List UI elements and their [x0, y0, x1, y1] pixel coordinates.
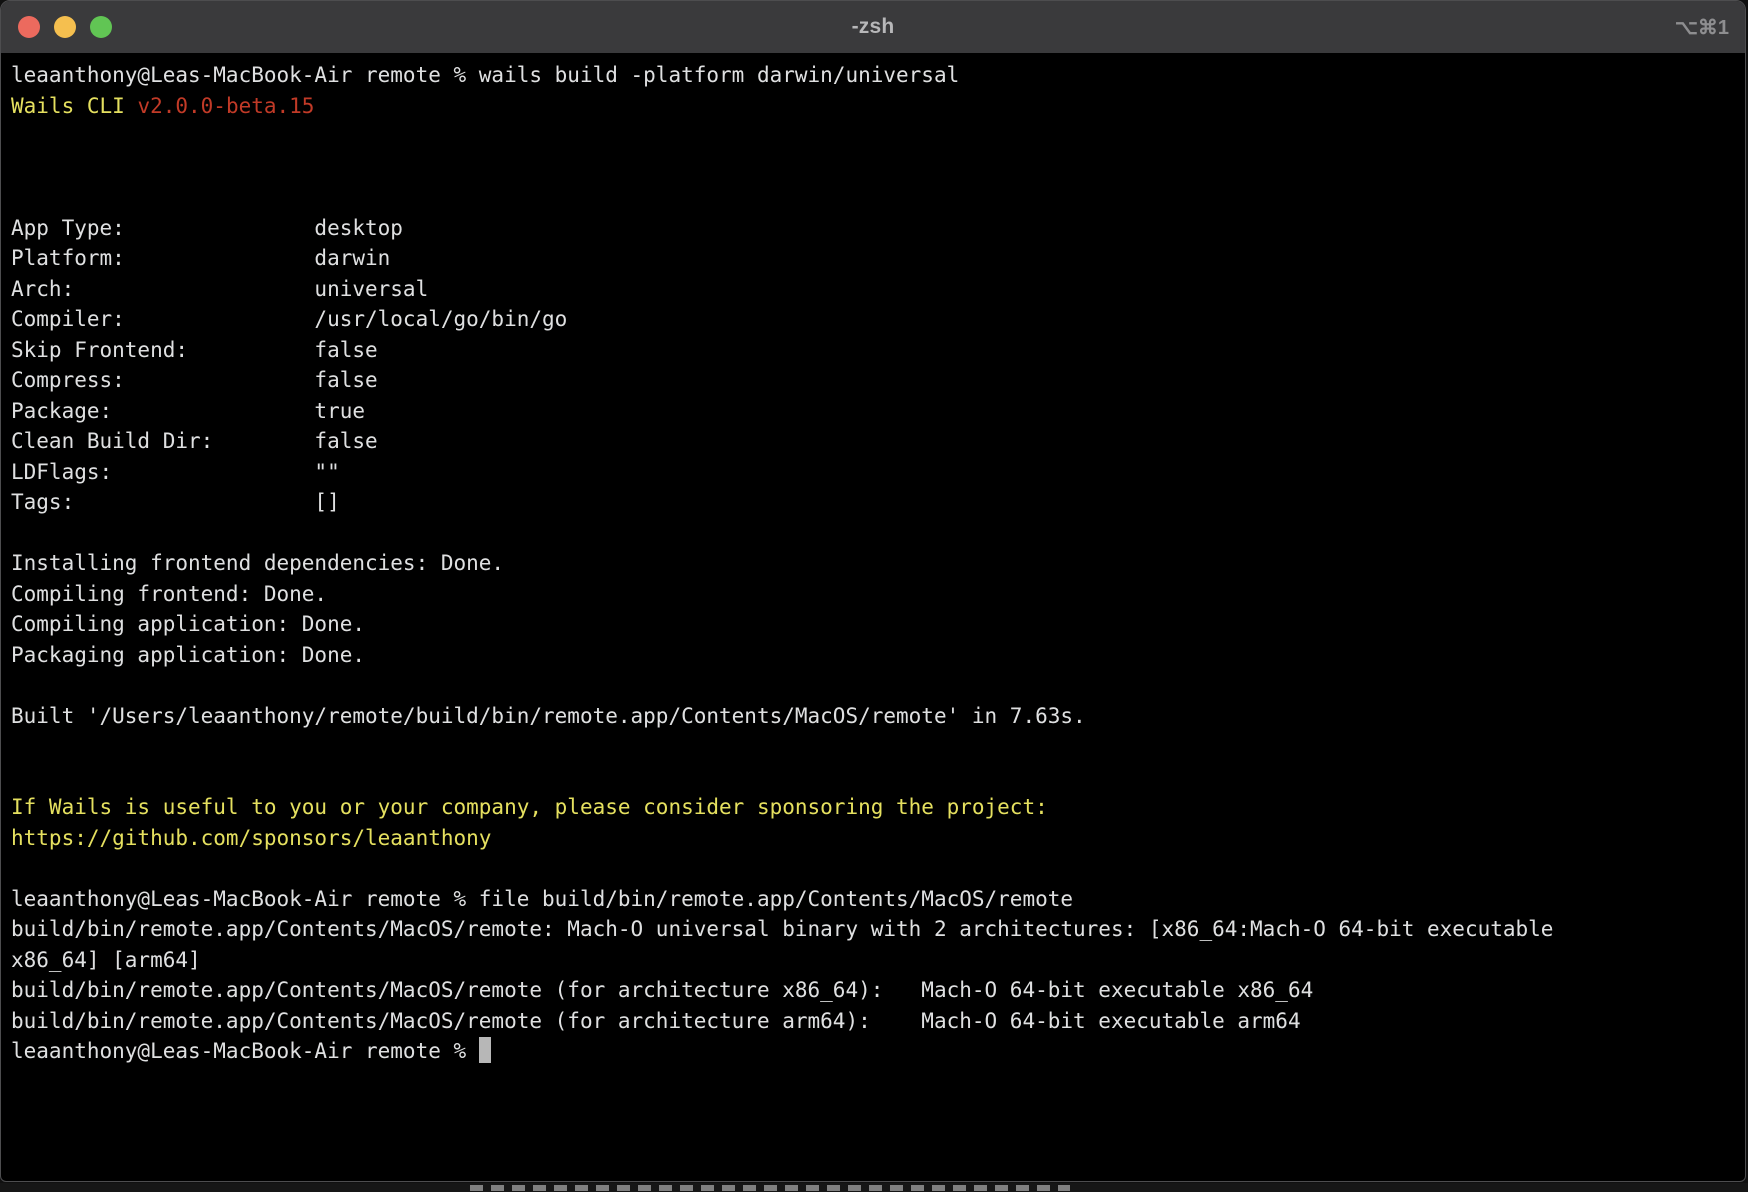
terminal-window: -zsh ⌥⌘1 leaanthony@Leas-MacBook-Air rem…: [0, 0, 1746, 1182]
terminal-text: build/bin/remote.app/Contents/MacOS/remo…: [11, 978, 1313, 1002]
terminal-line: Skip Frontend:false: [11, 335, 1745, 366]
terminal-line: Compiler:/usr/local/go/bin/go: [11, 304, 1745, 335]
terminal-line: [11, 152, 1745, 183]
terminal-text: leaanthony@Leas-MacBook-Air remote % wai…: [11, 63, 959, 87]
minimize-button[interactable]: [54, 16, 76, 38]
terminal-text: Wails CLI: [11, 94, 137, 118]
terminal-line: Clean Build Dir:false: [11, 426, 1745, 457]
setting-value: []: [314, 490, 339, 514]
terminal-cursor: [479, 1037, 492, 1063]
setting-label: Arch:: [11, 274, 314, 305]
setting-label: Skip Frontend:: [11, 335, 314, 366]
setting-value: /usr/local/go/bin/go: [314, 307, 567, 331]
terminal-text: https://github.com/sponsors/leaanthony: [11, 826, 491, 850]
setting-label: Package:: [11, 396, 314, 427]
terminal-line: Compiling application: Done.: [11, 609, 1745, 640]
terminal-line: Installing frontend dependencies: Done.: [11, 548, 1745, 579]
terminal-line: [11, 518, 1745, 549]
setting-value: false: [314, 368, 377, 392]
terminal-line: Package:true: [11, 396, 1745, 427]
setting-label: Compress:: [11, 365, 314, 396]
setting-label: Compiler:: [11, 304, 314, 335]
setting-value: darwin: [314, 246, 390, 270]
terminal-line: https://github.com/sponsors/leaanthony: [11, 823, 1745, 854]
terminal-output[interactable]: leaanthony@Leas-MacBook-Air remote % wai…: [1, 54, 1745, 1067]
terminal-line: build/bin/remote.app/Contents/MacOS/remo…: [11, 1006, 1745, 1037]
terminal-line: [11, 762, 1745, 793]
terminal-text: Built '/Users/leaanthony/remote/build/bi…: [11, 704, 1086, 728]
terminal-text: v2.0.0-beta.15: [137, 94, 314, 118]
desktop-background-strip: [0, 1183, 1748, 1192]
setting-value: universal: [314, 277, 428, 301]
terminal-line: Wails CLI v2.0.0-beta.15: [11, 91, 1745, 122]
terminal-line: LDFlags:"": [11, 457, 1745, 488]
titlebar[interactable]: -zsh ⌥⌘1: [1, 1, 1745, 54]
terminal-line: x86_64] [arm64]: [11, 945, 1745, 976]
terminal-text: build/bin/remote.app/Contents/MacOS/remo…: [11, 1009, 1301, 1033]
window-title: -zsh: [852, 15, 895, 39]
terminal-line: leaanthony@Leas-MacBook-Air remote %: [11, 1036, 1745, 1067]
terminal-line: Platform:darwin: [11, 243, 1745, 274]
setting-value: desktop: [314, 216, 403, 240]
terminal-line: Tags:[]: [11, 487, 1745, 518]
terminal-line: Built '/Users/leaanthony/remote/build/bi…: [11, 701, 1745, 732]
terminal-text: x86_64] [arm64]: [11, 948, 201, 972]
terminal-line: Packaging application: Done.: [11, 640, 1745, 671]
terminal-line: build/bin/remote.app/Contents/MacOS/remo…: [11, 975, 1745, 1006]
terminal-line: leaanthony@Leas-MacBook-Air remote % wai…: [11, 60, 1745, 91]
terminal-text: If Wails is useful to you or your compan…: [11, 795, 1048, 819]
setting-value: "": [314, 460, 339, 484]
terminal-line: App Type:desktop: [11, 213, 1745, 244]
terminal-line: [11, 182, 1745, 213]
window-shortcut-badge: ⌥⌘1: [1675, 1, 1729, 53]
terminal-text: build/bin/remote.app/Contents/MacOS/remo…: [11, 917, 1553, 941]
terminal-text: Compiling frontend: Done.: [11, 582, 327, 606]
terminal-line: [11, 121, 1745, 152]
setting-label: Clean Build Dir:: [11, 426, 314, 457]
terminal-text: leaanthony@Leas-MacBook-Air remote % fil…: [11, 887, 1073, 911]
terminal-line: If Wails is useful to you or your compan…: [11, 792, 1745, 823]
traffic-lights: [18, 1, 112, 53]
terminal-text: Installing frontend dependencies: Done.: [11, 551, 504, 575]
terminal-line: [11, 670, 1745, 701]
terminal-line: leaanthony@Leas-MacBook-Air remote % fil…: [11, 884, 1745, 915]
setting-value: true: [314, 399, 365, 423]
setting-label: Tags:: [11, 487, 314, 518]
zoom-button[interactable]: [90, 16, 112, 38]
terminal-line: Compiling frontend: Done.: [11, 579, 1745, 610]
setting-value: false: [314, 429, 377, 453]
terminal-text: leaanthony@Leas-MacBook-Air remote %: [11, 1039, 479, 1063]
terminal-line: build/bin/remote.app/Contents/MacOS/remo…: [11, 914, 1745, 945]
background-window-sliver: [470, 1185, 1070, 1191]
setting-value: false: [314, 338, 377, 362]
setting-label: LDFlags:: [11, 457, 314, 488]
terminal-line: [11, 853, 1745, 884]
setting-label: App Type:: [11, 213, 314, 244]
close-button[interactable]: [18, 16, 40, 38]
terminal-text: Packaging application: Done.: [11, 643, 365, 667]
setting-label: Platform:: [11, 243, 314, 274]
terminal-line: Compress:false: [11, 365, 1745, 396]
terminal-text: Compiling application: Done.: [11, 612, 365, 636]
terminal-line: Arch:universal: [11, 274, 1745, 305]
terminal-line: [11, 731, 1745, 762]
